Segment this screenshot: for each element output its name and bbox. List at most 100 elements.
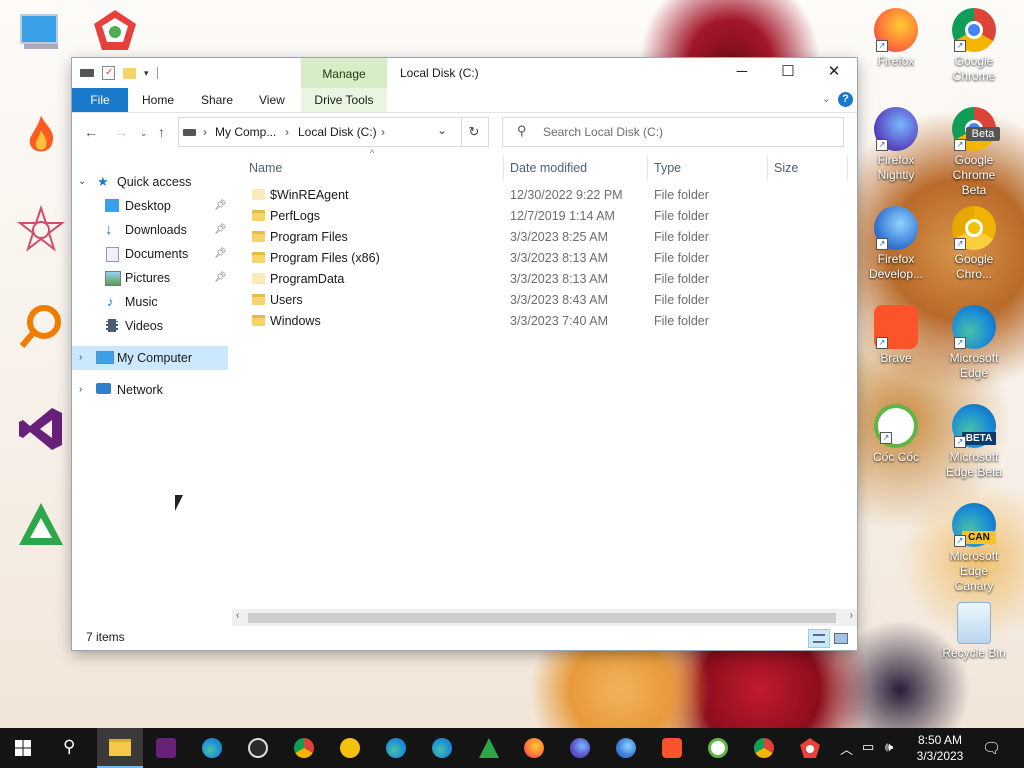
tab-file[interactable]: File <box>72 88 128 112</box>
sidebar-item-videos[interactable]: Videos <box>72 314 227 338</box>
breadcrumb-my-computer[interactable]: My Comp... <box>215 125 276 139</box>
desktop-icon-microsoft-edge-beta[interactable]: BETA ↗ Microsoft Edge Beta <box>939 404 1009 480</box>
taskbar-brave[interactable] <box>649 728 695 768</box>
expand-ribbon-button[interactable]: ⌄ <box>822 92 831 105</box>
breadcrumb-local-disk[interactable]: Local Disk (C:) <box>298 125 377 139</box>
visual-studio-icon[interactable] <box>16 404 66 454</box>
sidebar-item-network[interactable]: › Network <box>72 378 228 402</box>
recent-locations-button[interactable]: ⌄ <box>140 128 148 139</box>
column-divider[interactable] <box>647 156 648 180</box>
tab-home[interactable]: Home <box>142 88 174 112</box>
column-divider[interactable] <box>767 156 768 180</box>
app-pentagon-icon[interactable] <box>90 6 140 56</box>
table-row[interactable]: Users 3/3/2023 8:43 AM File folder <box>242 290 842 311</box>
column-header-size[interactable]: Size <box>774 156 798 180</box>
taskbar-edge[interactable] <box>189 728 235 768</box>
taskbar-firefox[interactable] <box>511 728 557 768</box>
refresh-button[interactable]: ↻ <box>460 117 489 147</box>
desktop-icon-firefox-nightly[interactable]: ↗ Firefox Nightly <box>861 107 931 183</box>
desktop-icon-microsoft-edge-canary[interactable]: CAN ↗ Microsoft Edge Canary <box>939 503 1009 594</box>
search-box[interactable]: ⚲ Search Local Disk (C:) <box>502 117 844 147</box>
scroll-left-icon[interactable]: ‹ <box>236 610 239 621</box>
taskbar-chrome[interactable] <box>741 728 787 768</box>
desktop-icon-google-chrome-canary[interactable]: ↗ Google Chro... <box>939 206 1009 282</box>
green-triangle-app-icon[interactable] <box>16 500 66 550</box>
sidebar-item-pictures[interactable]: Pictures 📌︎ <box>72 266 227 290</box>
table-row[interactable]: PerfLogs 12/7/2019 1:14 AM File folder <box>242 206 842 227</box>
column-header-type[interactable]: Type <box>654 156 681 180</box>
this-pc-desktop-icon[interactable] <box>16 10 66 60</box>
taskbar-edge-canary[interactable] <box>419 728 465 768</box>
taskbar-pentagon-app[interactable] <box>787 728 833 768</box>
sidebar-item-music[interactable]: ♪ Music <box>72 290 227 314</box>
drive-icon[interactable] <box>80 69 94 77</box>
notifications-button[interactable]: 🗨︎ <box>982 739 1001 757</box>
taskbar-file-explorer[interactable] <box>97 728 143 768</box>
customize-toolbar-icon[interactable]: ▾ <box>144 68 149 79</box>
taskbar-coc-coc[interactable] <box>695 728 741 768</box>
scrollbar-thumb[interactable] <box>248 613 836 623</box>
desktop-icon-brave[interactable]: ↗ Brave <box>861 305 931 366</box>
pin-icon[interactable]: 📌︎ <box>214 266 227 290</box>
sidebar-item-documents[interactable]: Documents 📌︎ <box>72 242 227 266</box>
tab-view[interactable]: View <box>259 88 285 112</box>
taskbar-visual-studio[interactable] <box>143 728 189 768</box>
new-folder-icon[interactable] <box>123 67 136 79</box>
address-bar[interactable]: › My Comp... › Local Disk (C:) › ⌄ <box>178 117 462 147</box>
back-button[interactable]: ← <box>84 124 98 140</box>
show-hidden-icons-button[interactable]: ︿ <box>840 739 853 758</box>
column-header-name[interactable]: Name <box>249 156 282 180</box>
horizontal-scrollbar[interactable]: ‹ › <box>232 609 857 626</box>
desktop-icon-google-chrome-beta[interactable]: Beta ↗ Google Chrome Beta <box>939 107 1009 198</box>
table-row[interactable]: $WinREAgent 12/30/2022 9:22 PM File fold… <box>242 185 842 206</box>
properties-icon[interactable]: ✓ <box>102 66 115 80</box>
taskbar-firefox-developer[interactable] <box>603 728 649 768</box>
column-divider[interactable] <box>503 156 504 180</box>
details-view-button[interactable] <box>808 629 830 648</box>
desktop-icon-coc-coc[interactable]: ↗ Cốc Cốc <box>861 404 931 465</box>
sidebar-item-downloads[interactable]: ↓ Downloads 📌︎ <box>72 218 227 242</box>
address-dropdown-icon[interactable]: ⌄ <box>437 123 447 137</box>
pin-icon[interactable]: 📌︎ <box>214 242 227 266</box>
close-button[interactable]: ✕ <box>811 58 857 88</box>
magnifier-app-icon[interactable] <box>16 302 66 352</box>
minimize-button[interactable]: ─ <box>719 58 765 88</box>
forward-button[interactable]: → <box>114 124 128 140</box>
desktop-icon-microsoft-edge[interactable]: ↗ Microsoft Edge <box>939 305 1009 381</box>
tab-drive-tools[interactable]: Drive Tools <box>301 88 387 112</box>
large-icons-view-button[interactable] <box>832 630 848 645</box>
desktop-icon-google-chrome[interactable]: ↗ Google Chrome <box>939 8 1009 84</box>
table-row[interactable]: Windows 3/3/2023 7:40 AM File folder <box>242 311 842 332</box>
volume-icon[interactable]: 🕪︎ <box>885 739 893 755</box>
up-button[interactable]: ↑ <box>158 124 165 140</box>
search-taskbar-button[interactable]: ⚲ <box>48 728 94 768</box>
network-tray-icon[interactable]: ▭ <box>862 739 874 755</box>
scroll-right-icon[interactable]: › <box>850 610 853 621</box>
flame-app-icon[interactable] <box>16 110 66 160</box>
table-row[interactable]: ProgramData 3/3/2023 8:13 AM File folder <box>242 269 842 290</box>
taskbar-chrome-beta[interactable] <box>281 728 327 768</box>
column-header-date-modified[interactable]: Date modified <box>510 156 587 180</box>
taskbar-firefox-nightly[interactable] <box>557 728 603 768</box>
table-row[interactable]: Program Files 3/3/2023 8:25 AM File fold… <box>242 227 842 248</box>
sidebar-item-my-computer[interactable]: › My Computer <box>72 346 228 370</box>
nav-quick-access[interactable]: ⌄ ★ Quick access <box>72 170 227 194</box>
desktop-icon-firefox[interactable]: ↗ Firefox <box>861 8 931 69</box>
desktop-icon-firefox-developer[interactable]: ↗ Firefox Develop... <box>861 206 931 282</box>
star-pattern-app-icon[interactable] <box>16 204 66 255</box>
start-button[interactable] <box>0 728 46 768</box>
desktop-icon-recycle-bin[interactable]: Recycle Bin <box>939 602 1009 661</box>
taskbar-chrome-canary[interactable] <box>327 728 373 768</box>
tab-share[interactable]: Share <box>201 88 233 112</box>
search-input[interactable]: Search Local Disk (C:) <box>543 125 663 139</box>
pin-icon[interactable]: 📌︎ <box>214 194 227 218</box>
pin-icon[interactable]: 📌︎ <box>214 218 227 242</box>
sidebar-item-desktop[interactable]: Desktop 📌︎ <box>72 194 227 218</box>
maximize-button[interactable]: ☐ <box>765 58 811 88</box>
help-button[interactable]: ? <box>838 92 853 107</box>
column-divider[interactable] <box>847 156 848 180</box>
taskbar-clock[interactable]: 8:50 AM 3/3/2023 <box>905 732 975 764</box>
table-row[interactable]: Program Files (x86) 3/3/2023 8:13 AM Fil… <box>242 248 842 269</box>
taskbar-edge-beta[interactable] <box>373 728 419 768</box>
taskbar-obs[interactable] <box>235 728 281 768</box>
